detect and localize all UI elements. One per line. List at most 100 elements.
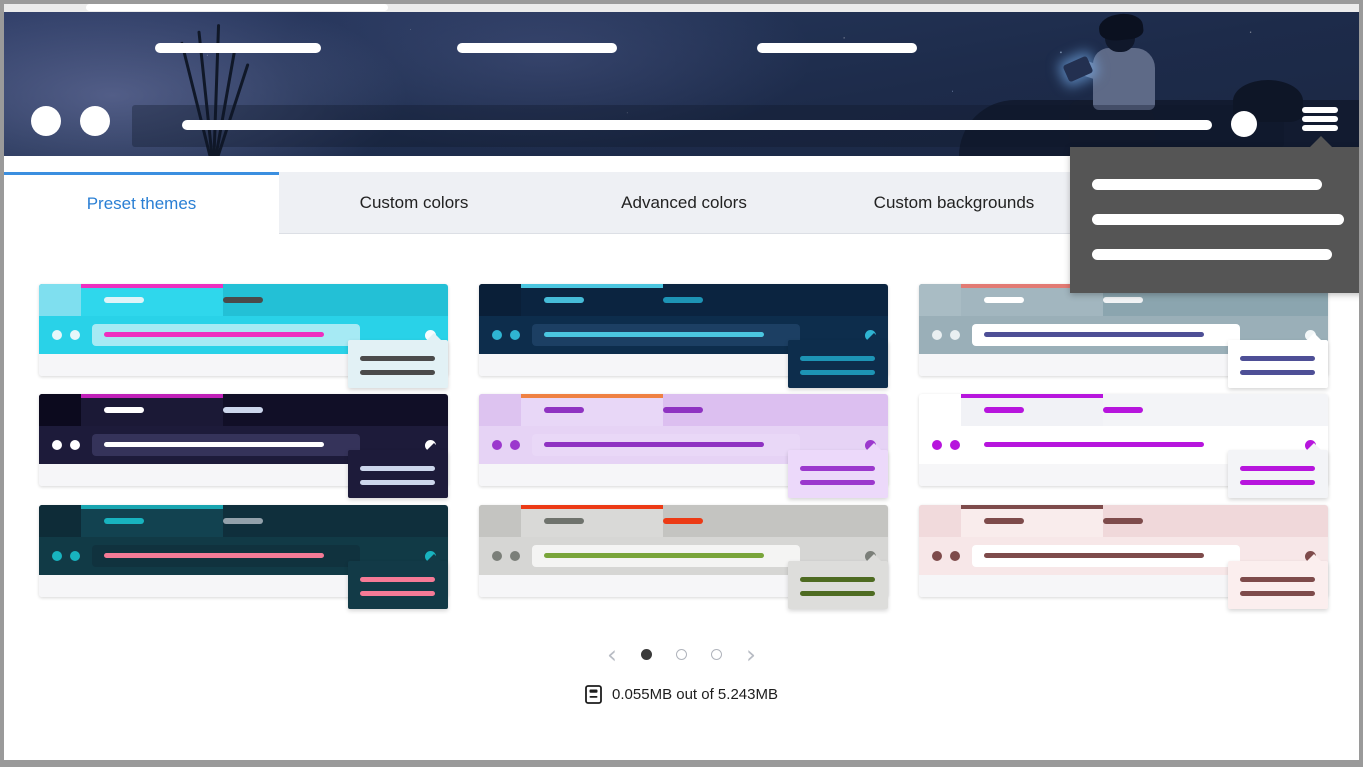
theme-card[interactable] [479, 394, 888, 498]
preview-nav-dot-back [492, 440, 502, 450]
pagination-dot-1[interactable] [641, 648, 652, 660]
theme-preview-slate-indigo[interactable] [919, 284, 1328, 388]
preview-dropdown-panel [348, 333, 448, 388]
preview-tab-stub [919, 394, 961, 426]
theme-card[interactable] [479, 505, 888, 609]
pagination-next-arrow[interactable]: › [734, 637, 768, 671]
pagination: ‹ › [4, 634, 1359, 674]
theme-preview-white-purple[interactable] [919, 394, 1328, 498]
preview-dropdown-item-1 [800, 356, 875, 361]
preview-dropdown-item-2 [360, 480, 435, 485]
preview-nav-dot-forward [510, 440, 520, 450]
preview-dropdown-item-2 [360, 370, 435, 375]
hero-nav-item-3[interactable] [757, 43, 917, 53]
preview-nav-dot-back [492, 330, 502, 340]
preview-tab-label-1 [544, 518, 584, 524]
hamburger-menu-icon[interactable] [1300, 103, 1340, 135]
tab-preset-themes[interactable]: Preset themes [4, 172, 279, 234]
tab-preset-themes-label: Preset themes [86, 194, 197, 213]
theme-preview-teal-pink[interactable] [39, 505, 448, 609]
preview-url-text [544, 553, 764, 558]
hero-search-field[interactable] [132, 105, 1284, 147]
preview-tab-label-2 [1103, 297, 1143, 303]
theme-card[interactable] [39, 394, 448, 498]
preview-dropdown-item-1 [800, 577, 875, 582]
preview-accent-bar [961, 394, 1103, 398]
hero-nav-item-2[interactable] [457, 43, 617, 53]
hero-header [4, 12, 1359, 156]
preview-tab-label-2 [1103, 518, 1143, 524]
preview-accent-bar [521, 394, 663, 398]
preview-active-tab [81, 394, 223, 426]
tab-custom-backgrounds[interactable]: Custom backgrounds [819, 172, 1089, 234]
preview-tab-label-1 [104, 297, 144, 303]
preview-titlebar [39, 284, 448, 316]
preview-titlebar [479, 394, 888, 426]
hero-circle-button-1[interactable] [31, 106, 61, 136]
preview-tab-stub [39, 284, 81, 316]
browser-window: Preset themes Custom colors Advanced col… [4, 4, 1359, 760]
preview-nav-dot-forward [70, 440, 80, 450]
preview-tab-label-2 [223, 518, 263, 524]
hero-nav-item-1[interactable] [155, 43, 321, 53]
hamburger-dropdown-menu [1070, 136, 1359, 293]
preview-tab-label-1 [984, 518, 1024, 524]
hero-circle-button-2[interactable] [80, 106, 110, 136]
preview-accent-bar [521, 505, 663, 509]
preview-url-text [104, 332, 324, 337]
preview-active-tab [521, 505, 663, 537]
preview-active-tab [81, 284, 223, 316]
avatar[interactable] [1231, 111, 1257, 137]
pagination-dot-2[interactable] [676, 648, 687, 660]
tab-advanced-colors-label: Advanced colors [621, 193, 747, 212]
preview-url-text [984, 332, 1204, 337]
storage-usage-text: 0.055MB out of 5.243MB [612, 685, 778, 703]
preview-tab-stub [39, 505, 81, 537]
preview-nav-dot-forward [950, 551, 960, 561]
theme-preview-gray-green[interactable] [479, 505, 888, 609]
preview-dropdown-item-1 [360, 577, 435, 582]
theme-preview-cyan-magenta[interactable] [39, 284, 448, 388]
preview-url-text [984, 553, 1204, 558]
preview-dropdown-item-1 [1240, 356, 1315, 361]
theme-card[interactable] [919, 505, 1328, 609]
menu-item-1[interactable] [1092, 179, 1322, 190]
preview-tab-label-1 [544, 297, 584, 303]
theme-preview-midnight-cyan[interactable] [479, 284, 888, 388]
preview-url-text [544, 442, 764, 447]
preview-url-bar [92, 545, 360, 567]
preview-accent-bar [81, 394, 223, 398]
preview-dropdown-item-2 [1240, 480, 1315, 485]
theme-preview-dark-violet[interactable] [39, 394, 448, 498]
pagination-dot-3[interactable] [711, 648, 722, 660]
theme-card[interactable] [39, 284, 448, 388]
preview-accent-bar [521, 284, 663, 288]
storage-footer: 0.055MB out of 5.243MB [4, 677, 1359, 711]
database-icon [585, 684, 602, 704]
menu-item-2[interactable] [1092, 214, 1344, 225]
theme-card[interactable] [39, 505, 448, 609]
preview-nav-dot-back [932, 330, 942, 340]
theme-preview-blush-maroon[interactable] [919, 505, 1328, 609]
preview-dropdown-item-2 [800, 591, 875, 596]
tab-custom-colors[interactable]: Custom colors [279, 172, 549, 234]
theme-card[interactable] [919, 394, 1328, 498]
preview-accent-bar [961, 505, 1103, 509]
hero-search-redacted-text [182, 120, 1212, 130]
hero-navbar [4, 12, 1359, 156]
tab-advanced-colors[interactable]: Advanced colors [549, 172, 819, 234]
preview-tab-stub [479, 505, 521, 537]
pagination-prev-arrow[interactable]: ‹ [595, 637, 629, 671]
preview-active-tab [521, 394, 663, 426]
preview-titlebar [39, 505, 448, 537]
preview-tab-label-1 [984, 297, 1024, 303]
theme-preview-lavender-orange[interactable] [479, 394, 888, 498]
theme-card[interactable] [479, 284, 888, 388]
preview-tab-label-1 [104, 518, 144, 524]
theme-card[interactable] [919, 284, 1328, 388]
preview-nav-dot-forward [510, 551, 520, 561]
preview-dropdown-panel [348, 443, 448, 498]
preview-accent-bar [81, 284, 223, 288]
preview-url-bar [972, 434, 1240, 456]
menu-item-3[interactable] [1092, 249, 1332, 260]
